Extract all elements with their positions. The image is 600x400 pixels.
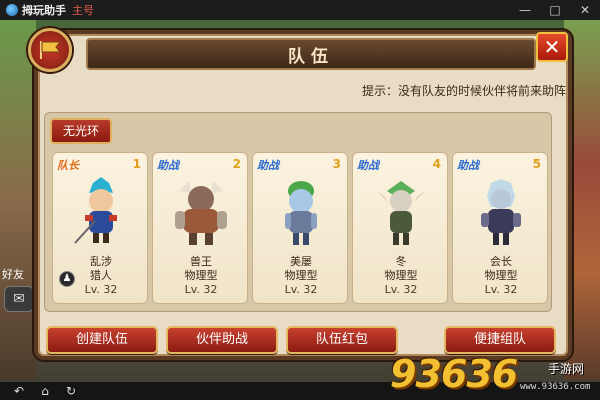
partner-assist-button[interactable]: 伙伴助战 xyxy=(166,326,278,354)
hint-text: 提示：没有队友的时候伙伴将前来助阵 xyxy=(361,84,566,98)
quick-team-button[interactable]: 便捷组队 xyxy=(444,326,556,354)
role-label: 助战 xyxy=(257,159,279,172)
friends-label: 好友 xyxy=(2,268,24,281)
member-class: 物理型 xyxy=(184,269,218,282)
chat-icon[interactable]: ✉ xyxy=(4,286,34,312)
game-scene-left xyxy=(0,20,36,380)
slot-number: 1 xyxy=(132,157,141,171)
president-avatar-icon xyxy=(481,179,521,245)
dong-avatar-icon xyxy=(377,181,425,245)
slot-number: 2 xyxy=(232,157,241,171)
maximize-button[interactable]: □ xyxy=(540,0,570,20)
team-red-packet-button[interactable]: 队伍红包 xyxy=(286,326,398,354)
close-window-button[interactable]: ✕ xyxy=(570,0,600,20)
flag-icon xyxy=(28,28,72,72)
meilv-avatar-icon xyxy=(285,181,317,245)
member-class: 物理型 xyxy=(484,269,518,282)
create-team-button[interactable]: 创建队伍 xyxy=(46,326,158,354)
role-label: 助战 xyxy=(357,159,379,172)
beast-king-avatar-icon xyxy=(175,181,227,245)
app-name: 拇玩助手 xyxy=(22,4,66,17)
member-card-5[interactable]: 助战 5 会长 物理型 Lv. 32 xyxy=(452,152,548,304)
app-account-label: 主号 xyxy=(72,4,94,17)
watermark-label: 手游网 xyxy=(548,362,585,376)
member-class: 物理型 xyxy=(284,269,318,282)
refresh-icon[interactable]: ↻ xyxy=(58,384,84,398)
close-button[interactable]: ✕ xyxy=(536,32,568,62)
watermark-logo: 93636 xyxy=(390,352,518,396)
dialog-title: 队伍 xyxy=(86,38,536,70)
member-card-3[interactable]: 助战 3 美屡 物理型 Lv. 32 xyxy=(252,152,348,304)
member-level: Lv. 32 xyxy=(184,283,218,296)
slot-number: 4 xyxy=(432,157,441,171)
hunter-avatar-icon xyxy=(74,177,117,244)
member-level: Lv. 32 xyxy=(384,283,418,296)
slot-number: 3 xyxy=(332,157,341,171)
member-level: Lv. 32 xyxy=(284,283,318,296)
watermark-url: www.93636.com xyxy=(520,382,591,392)
member-card-2[interactable]: 助战 2 兽王 物理型 Lv. 32 xyxy=(152,152,248,304)
member-class: 物理型 xyxy=(384,269,418,282)
member-level: Lv. 32 xyxy=(84,283,118,296)
minimize-button[interactable]: — xyxy=(510,0,540,20)
window-controls: — □ ✕ xyxy=(510,0,600,20)
member-level: Lv. 32 xyxy=(484,283,518,296)
slot-number: 5 xyxy=(532,157,541,171)
member-card-4[interactable]: 助战 4 冬 物理型 Lv. 32 xyxy=(352,152,448,304)
team-aura-button[interactable]: 无光环 xyxy=(50,118,112,144)
emulator-titlebar: 拇玩助手 主号 — □ ✕ xyxy=(0,0,600,20)
role-label: 助战 xyxy=(157,159,179,172)
member-class: 猎人 xyxy=(90,269,112,282)
role-label: 助战 xyxy=(457,159,479,172)
role-label: 队长 xyxy=(57,159,79,172)
home-icon[interactable]: ⌂ xyxy=(32,384,58,398)
back-icon[interactable]: ↶ xyxy=(6,384,32,398)
app-logo-icon xyxy=(6,4,18,16)
member-card-1[interactable]: 队长 1 ♟ 乱涉 猎人 Lv. 32 xyxy=(52,152,148,304)
